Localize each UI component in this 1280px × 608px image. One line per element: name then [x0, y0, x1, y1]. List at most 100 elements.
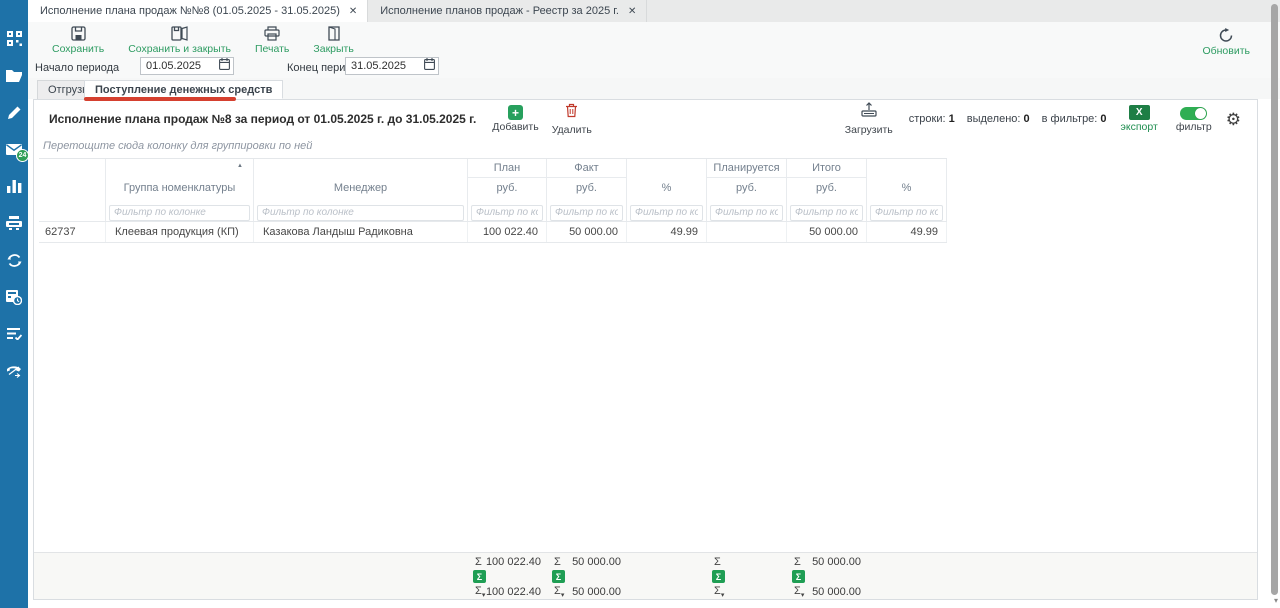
- period-start-field[interactable]: [140, 57, 234, 75]
- column-total-pct-label: %: [902, 182, 912, 194]
- tab-cash-receipts-label: Поступление денежных средств: [95, 84, 272, 96]
- filter-toggle[interactable]: фильтр: [1176, 105, 1212, 133]
- cell-manager: Казакова Ландыш Радиковна: [254, 222, 468, 242]
- column-plan-label: План: [468, 159, 546, 178]
- excel-icon: X: [1129, 105, 1150, 120]
- window-tab-plan[interactable]: Исполнение плана продаж №№8 (01.05.2025 …: [28, 0, 368, 22]
- cell-group: Клеевая продукция (КП): [106, 222, 254, 242]
- print-button[interactable]: Печать: [243, 22, 301, 55]
- pencil-icon[interactable]: [6, 104, 22, 120]
- filter-label: фильтр: [1176, 121, 1212, 133]
- table-row[interactable]: 62737 Клеевая продукция (КП) Казакова Ла…: [39, 221, 947, 243]
- print-icon: [264, 26, 280, 41]
- filter-row: [39, 200, 947, 221]
- rows-stat: строки: 1: [909, 113, 955, 125]
- footer-sum-total: Σ50 000.00: [787, 555, 867, 569]
- bar-chart-icon[interactable]: [6, 178, 22, 194]
- scrollbar-arrow-icon[interactable]: ▾: [1274, 597, 1278, 605]
- folder-icon[interactable]: [6, 67, 22, 83]
- column-rownum[interactable]: [39, 159, 106, 200]
- column-group-label: Группа номенклатуры: [124, 182, 236, 194]
- window-tab-bar: Исполнение плана продаж №№8 (01.05.2025 …: [28, 0, 1280, 22]
- window-tab-registry-label: Исполнение планов продаж - Реестр за 202…: [380, 5, 619, 17]
- cell-fact: 50 000.00: [547, 222, 627, 242]
- column-total-pct[interactable]: %: [867, 159, 947, 200]
- calendar-icon[interactable]: [424, 57, 435, 75]
- period-start-input[interactable]: [141, 60, 211, 72]
- report-clock-icon[interactable]: [6, 289, 22, 305]
- print-label: Печать: [255, 43, 289, 55]
- apps-grid-icon[interactable]: [6, 30, 22, 46]
- column-manager-label: Менеджер: [334, 182, 387, 194]
- column-planned[interactable]: Планируется руб.: [707, 159, 787, 200]
- calendar-icon[interactable]: [219, 57, 230, 75]
- filter-input-total-pct[interactable]: [870, 205, 943, 221]
- column-total-unit: руб.: [787, 178, 866, 200]
- period-end-field[interactable]: [345, 57, 439, 75]
- save-button[interactable]: Сохранить: [40, 22, 116, 55]
- refresh-button[interactable]: Обновить: [1190, 24, 1262, 57]
- save-label: Сохранить: [52, 43, 104, 55]
- sum-settings-icon[interactable]: Σ: [473, 570, 486, 583]
- filter-input-planned[interactable]: [710, 205, 783, 221]
- column-planned-unit: руб.: [707, 178, 786, 200]
- column-group[interactable]: ▲ Группа номенклатуры: [106, 159, 254, 200]
- period-start-label: Начало периода: [35, 62, 119, 74]
- footer-sum2-fact: Σ▾50 000.00: [547, 585, 627, 599]
- delete-row-button[interactable]: Удалить: [552, 103, 592, 136]
- selected-stat: выделено: 0: [967, 113, 1030, 125]
- task-list-icon[interactable]: [6, 326, 22, 342]
- left-sidebar: 24: [0, 0, 28, 608]
- cell-plan: 100 022.40: [468, 222, 547, 242]
- app-window: 24 Исполнение плана продаж №№8 (01.05.20…: [0, 0, 1280, 608]
- filter-input-total[interactable]: [790, 205, 863, 221]
- cell-rownum: 62737: [39, 222, 106, 242]
- column-fact-label: Факт: [547, 159, 626, 178]
- sum-settings-icon[interactable]: Σ: [712, 570, 725, 583]
- red-annotation-underline: [84, 97, 236, 101]
- close-button[interactable]: Закрыть: [301, 22, 365, 55]
- column-fact[interactable]: Факт руб.: [547, 159, 627, 200]
- vertical-scrollbar[interactable]: [1271, 4, 1278, 595]
- filtered-stat: в фильтре: 0: [1042, 113, 1107, 125]
- footer-sum-plan: Σ100 022.40: [468, 555, 547, 569]
- column-manager[interactable]: Менеджер: [254, 159, 468, 200]
- close-label: Закрыть: [313, 43, 353, 55]
- export-excel-button[interactable]: X экспорт: [1121, 105, 1158, 133]
- column-plan[interactable]: План руб.: [468, 159, 547, 200]
- save-and-close-icon: [171, 26, 188, 41]
- window-tab-registry[interactable]: Исполнение планов продаж - Реестр за 202…: [368, 0, 647, 22]
- footer-sum2-planned: Σ▾: [707, 585, 787, 599]
- column-fact-unit: руб.: [547, 178, 626, 200]
- cell-pct: 49.99: [627, 222, 707, 242]
- filter-input-plan[interactable]: [471, 205, 543, 221]
- sync-icon[interactable]: [6, 252, 22, 268]
- filter-input-fact[interactable]: [550, 205, 623, 221]
- footer-sum-fact: Σ50 000.00: [547, 555, 627, 569]
- window-tab-plan-label: Исполнение плана продаж №№8 (01.05.2025 …: [40, 5, 340, 17]
- mail-icon[interactable]: 24: [6, 141, 22, 157]
- filter-input-pct[interactable]: [630, 205, 703, 221]
- phone-icon[interactable]: [6, 363, 22, 379]
- load-button[interactable]: Загрузить: [845, 102, 893, 136]
- export-label: экспорт: [1121, 121, 1158, 133]
- sum-settings-icon[interactable]: Σ: [792, 570, 805, 583]
- column-pct[interactable]: %: [627, 159, 707, 200]
- footer-sum2-plan: Σ▾100 022.40: [468, 585, 547, 599]
- close-icon[interactable]: ✕: [628, 6, 636, 17]
- close-icon[interactable]: ✕: [349, 6, 357, 17]
- gear-icon[interactable]: ⚙: [1226, 111, 1241, 128]
- sort-asc-icon[interactable]: ▲: [237, 163, 243, 169]
- toggle-on-icon[interactable]: [1180, 107, 1207, 120]
- sum-settings-icon[interactable]: Σ: [552, 570, 565, 583]
- period-end-input[interactable]: [346, 60, 416, 72]
- column-total-label: Итого: [787, 159, 866, 178]
- print-device-icon[interactable]: [6, 215, 22, 231]
- filter-cell-rownum: [39, 200, 106, 221]
- filter-input-manager[interactable]: [257, 205, 464, 221]
- add-row-button[interactable]: + Добавить: [492, 105, 538, 133]
- cell-total: 50 000.00: [787, 222, 867, 242]
- filter-input-group[interactable]: [109, 205, 250, 221]
- column-total[interactable]: Итого руб.: [787, 159, 867, 200]
- save-and-close-button[interactable]: Сохранить и закрыть: [116, 22, 243, 55]
